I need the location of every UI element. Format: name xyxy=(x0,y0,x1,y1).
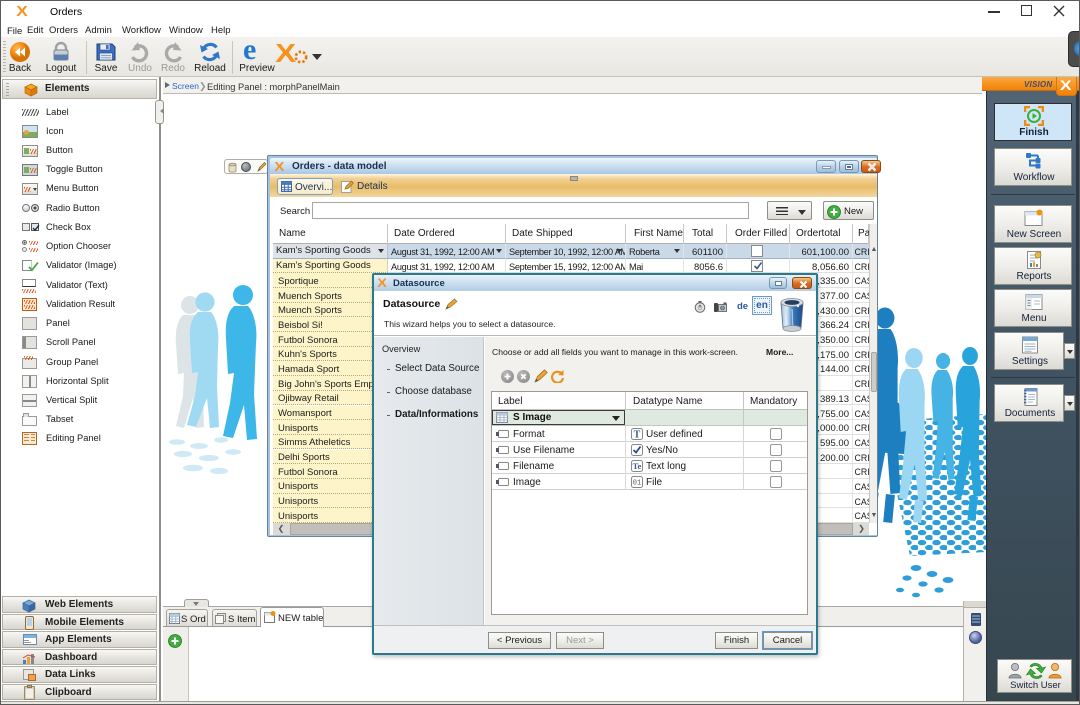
svg-text:01: 01 xyxy=(633,480,641,488)
svg-text:Te: Te xyxy=(633,461,642,471)
svg-text:T: T xyxy=(634,430,641,441)
